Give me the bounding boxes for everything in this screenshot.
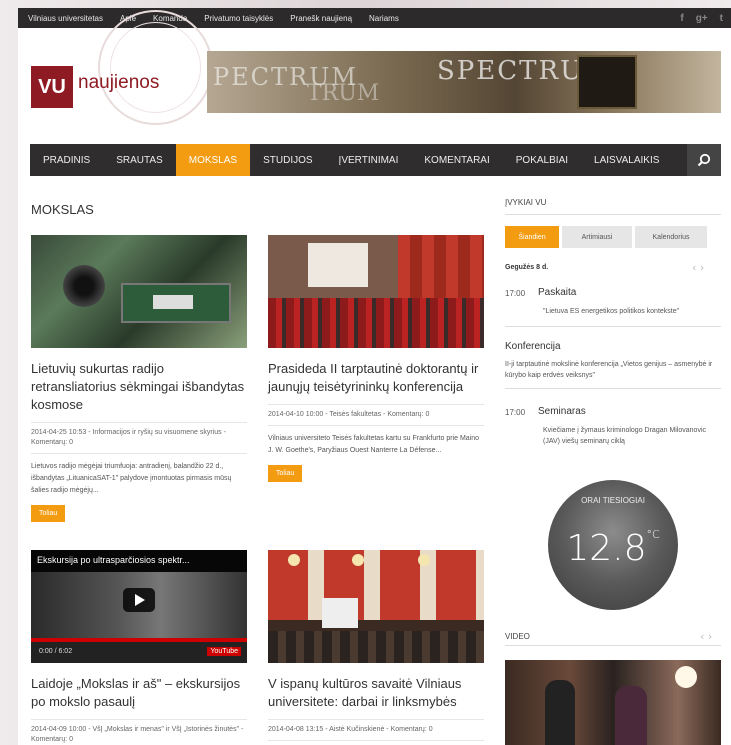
event-time: 17:00	[505, 408, 526, 417]
event-title[interactable]: Konferencija	[505, 341, 561, 352]
article-image[interactable]	[268, 235, 484, 348]
video-title[interactable]: Ekskursija po ultrasparčiosios spektr...	[31, 550, 247, 572]
article-title[interactable]: Lietuvių sukurtas radijo retransliatoriu…	[31, 360, 247, 414]
lamp-shape	[418, 554, 430, 566]
article-excerpt: Lietuvos radijo mėgėjai triumfuoja: antr…	[31, 463, 232, 494]
article-meta: 2014-04-25 10:53 - Informacijos ir ryšių…	[31, 422, 247, 454]
search-button[interactable]	[687, 144, 721, 176]
events-pager: ‹ ›	[692, 261, 704, 274]
banner-book-image	[577, 55, 637, 109]
events-heading: ĮVYKIAI VU	[505, 198, 547, 207]
chevron-left-icon[interactable]: ‹	[700, 630, 704, 643]
article-image[interactable]	[268, 550, 484, 663]
divider	[505, 326, 721, 327]
person-shape	[615, 686, 647, 745]
events-tabs: Šiandien Artimiausi Kalendorius	[505, 226, 707, 248]
search-icon	[697, 153, 711, 167]
nav-item-ivertinimai[interactable]: ĮVERTINIMAI	[326, 144, 412, 176]
weather-label: ORAI TIESIOGIAI	[581, 496, 645, 505]
tab-calendar[interactable]: Kalendorius	[635, 226, 707, 248]
article-meta: 2014-04-08 13:15 - Aistė Kučinskienė - K…	[268, 719, 484, 741]
site-logo-text[interactable]: naujienos	[78, 72, 159, 94]
divider	[505, 214, 721, 215]
article-meta: 2014-04-09 10:00 - VšĮ „Mokslas ir menas…	[31, 719, 247, 745]
header-banner[interactable]: PECTRUM TRUM SPECTRUM	[207, 51, 721, 113]
article-meta: 2014-04-10 10:00 - Teisės fakultetas - K…	[268, 404, 484, 426]
read-more-button[interactable]: Toliau	[31, 505, 66, 522]
seat-rows	[268, 298, 484, 348]
lamp-shape	[288, 554, 300, 566]
tab-today[interactable]: Šiandien	[505, 226, 559, 248]
chevron-right-icon[interactable]: ›	[708, 630, 712, 643]
nav-item-mokslas[interactable]: MOKSLAS	[175, 144, 251, 176]
top-link-members[interactable]: Nariams	[369, 14, 399, 23]
board-shape	[121, 283, 231, 323]
video-player[interactable]: Ekskursija po ultrasparčiosios spektr...…	[31, 550, 247, 663]
youtube-logo[interactable]: YouTube	[207, 647, 241, 656]
weather-widget[interactable]: ORAI TIESIOGIAI 12.8°C	[548, 480, 678, 610]
divider	[505, 645, 721, 646]
event-time: 17:00	[505, 289, 526, 298]
podium-shape	[322, 598, 358, 628]
temperature-unit: °C	[646, 528, 660, 541]
video-thumbnail[interactable]	[505, 660, 721, 745]
chevron-right-icon[interactable]: ›	[700, 261, 704, 274]
play-icon[interactable]	[123, 588, 155, 612]
lens-shape	[63, 265, 105, 307]
person-shape	[545, 680, 575, 745]
nav-item-komentarai[interactable]: KOMENTARAI	[411, 144, 502, 176]
video-controls: 0:00 / 6:02 YouTube	[31, 642, 247, 663]
nav-item-srautas[interactable]: SRAUTAS	[103, 144, 176, 176]
article-card: Lietuvių sukurtas radijo retransliatoriu…	[31, 235, 247, 522]
banner-word-2: TRUM	[307, 81, 380, 106]
top-link-submit-news[interactable]: Pranešk naujieną	[290, 14, 352, 23]
light-shape	[675, 666, 697, 688]
article-image[interactable]	[31, 235, 247, 348]
temperature-value: 12.8°C	[566, 528, 660, 569]
nav-item-studijos[interactable]: STUDIJOS	[250, 144, 325, 176]
top-link-privacy[interactable]: Privatumo taisyklės	[204, 14, 273, 23]
site-logo-mark[interactable]: VU	[31, 66, 73, 108]
twitter-icon[interactable]: t	[720, 13, 723, 24]
video-time: 0:00 / 6:02	[39, 648, 73, 655]
article-title[interactable]: Prasideda II tarptautinė doktorantų ir j…	[268, 360, 484, 396]
facebook-icon[interactable]: f	[680, 13, 683, 24]
video-pager: ‹ ›	[700, 630, 712, 643]
top-link-university[interactable]: Vilniaus universitetas	[28, 14, 103, 23]
lamp-shape	[352, 554, 364, 566]
event-title[interactable]: Paskaita	[538, 287, 576, 298]
social-links: f g+ t	[680, 8, 723, 28]
event-desc: Kviečiame į žymaus kriminologo Dragan Mi…	[543, 427, 707, 445]
top-links: Vilniaus universitetas Apie Komanda Priv…	[28, 8, 399, 28]
chevron-left-icon[interactable]: ‹	[692, 261, 696, 274]
article-card: Ekskursija po ultrasparčiosios spektr...…	[31, 550, 247, 745]
article-title[interactable]: V ispanų kultūros savaitė Vilniaus unive…	[268, 675, 484, 711]
event-desc: II-ji tarptautinė mokslinė konferencija …	[505, 361, 713, 379]
nav-item-pokalbiai[interactable]: POKALBIAI	[503, 144, 581, 176]
article-card: V ispanų kultūros savaitė Vilniaus unive…	[268, 550, 484, 741]
hall-wall	[268, 550, 484, 620]
video-heading: VIDEO	[505, 632, 530, 641]
nav-item-pradinis[interactable]: PRADINIS	[30, 144, 103, 176]
page-title: MOKSLAS	[31, 202, 94, 217]
audience-shape	[268, 631, 484, 663]
divider	[505, 388, 721, 389]
nav-item-laisvalaikis[interactable]: LAISVALAIKIS	[581, 144, 672, 176]
events-date: Gegužės 8 d.	[505, 264, 549, 271]
event-title[interactable]: Seminaras	[538, 406, 586, 417]
university-seal-watermark	[98, 10, 213, 125]
article-card: Prasideda II tarptautinė doktorantų ir j…	[268, 235, 484, 482]
read-more-button[interactable]: Toliau	[268, 465, 303, 482]
article-title[interactable]: Laidoje „Mokslas ir aš" – ekskursijos po…	[31, 675, 247, 711]
main-nav: PRADINIS SRAUTAS MOKSLAS STUDIJOS ĮVERTI…	[30, 144, 721, 176]
event-desc: "Lietuva ES energetikos politikos kontek…	[543, 308, 680, 315]
tab-upcoming[interactable]: Artimiausi	[562, 226, 632, 248]
projection-screen	[308, 243, 368, 287]
google-plus-icon[interactable]: g+	[696, 13, 708, 24]
wall-panels	[398, 235, 484, 305]
article-excerpt: Vilniaus universiteto Teisės fakultetas …	[268, 435, 480, 454]
